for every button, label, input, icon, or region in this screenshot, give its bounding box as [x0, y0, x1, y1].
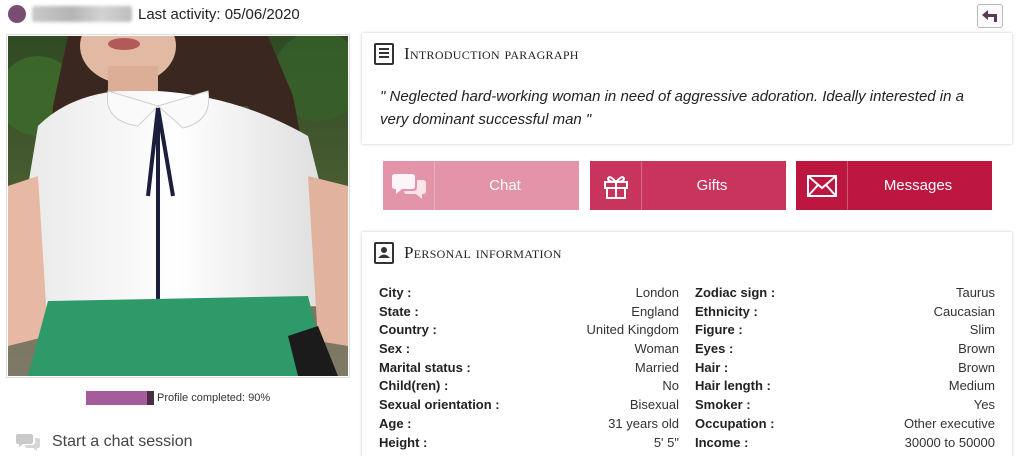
chat-bubbles-icon	[16, 434, 40, 451]
info-row-zodiac-sign: Zodiac sign : Taurus	[695, 285, 995, 300]
gifts-button-label: Gifts	[696, 177, 728, 194]
info-row-age: Age :31 years old	[379, 415, 679, 431]
info-row-sex: Sex : Woman	[379, 341, 679, 357]
info-row-sexual-orientation: Sexual orientation : Bisexual	[379, 397, 679, 413]
introduction-title: Introduction paragraph	[404, 44, 579, 63]
start-chat-session-link[interactable]: Start a chat session	[16, 432, 193, 452]
profile-completion-label: Profile completed: 90%	[157, 392, 271, 404]
info-row-height: Height :5' 5"	[379, 434, 679, 450]
info-row-city: City : London	[379, 285, 679, 300]
back-button[interactable]	[977, 4, 1003, 28]
info-row-occupation: Occupation : Other executive	[695, 415, 995, 431]
info-row-state: State : England	[379, 303, 679, 319]
chat-button-label: Chat	[489, 177, 521, 194]
last-activity: Last activity: 05/06/2020	[138, 6, 300, 23]
online-status-dot	[8, 5, 26, 23]
info-row-eyes: Eyes : Brown	[695, 341, 995, 357]
info-row-country: Country : United Kingdom	[379, 322, 679, 338]
chat-bubbles-icon	[391, 173, 426, 199]
gifts-button[interactable]: Gifts	[590, 161, 786, 210]
info-row-income: Income :30000 to 50000	[695, 434, 995, 450]
back-arrow-icon	[982, 10, 997, 22]
profile-completion-bar	[86, 391, 154, 405]
profile-photo-image	[8, 36, 348, 376]
messages-button-label: Messages	[883, 177, 953, 194]
id-card-icon	[374, 242, 394, 264]
introduction-text: " Neglected hard-working woman in need o…	[380, 88, 964, 128]
info-row-hair: Hair : Brown	[695, 359, 995, 375]
info-row-ethnicity: Ethnicity : Caucasian	[695, 303, 995, 319]
info-row-figure: Figure : Slim	[695, 322, 995, 338]
start-chat-session-label: Start a chat session	[52, 433, 193, 450]
chat-button[interactable]: Chat	[383, 161, 579, 210]
document-icon	[374, 43, 394, 65]
introduction-card: Introduction paragraph " Neglected hard-…	[362, 33, 1012, 144]
personal-information-card: Personal information City : London State …	[362, 232, 1012, 456]
info-row-hair-length: Hair length : Medium	[695, 378, 995, 394]
username-blurred[interactable]	[32, 6, 132, 22]
info-row-marital-status: Marital status : Married	[379, 359, 679, 375]
personal-information-title: Personal information	[404, 243, 562, 262]
profile-photo[interactable]	[6, 34, 350, 378]
info-row-smoker: Smoker : Yes	[695, 397, 995, 413]
personal-info-left-column: City : London State : England Country : Uni…	[379, 284, 679, 452]
messages-button[interactable]: Messages	[796, 161, 992, 210]
envelope-icon	[806, 174, 837, 197]
info-row-children: Child(ren) : No	[379, 378, 679, 394]
profile-completion-fill	[86, 391, 148, 405]
gift-icon	[603, 175, 628, 199]
personal-info-right-column: Zodiac sign : Taurus Ethnicity : Caucasian…	[695, 284, 995, 452]
